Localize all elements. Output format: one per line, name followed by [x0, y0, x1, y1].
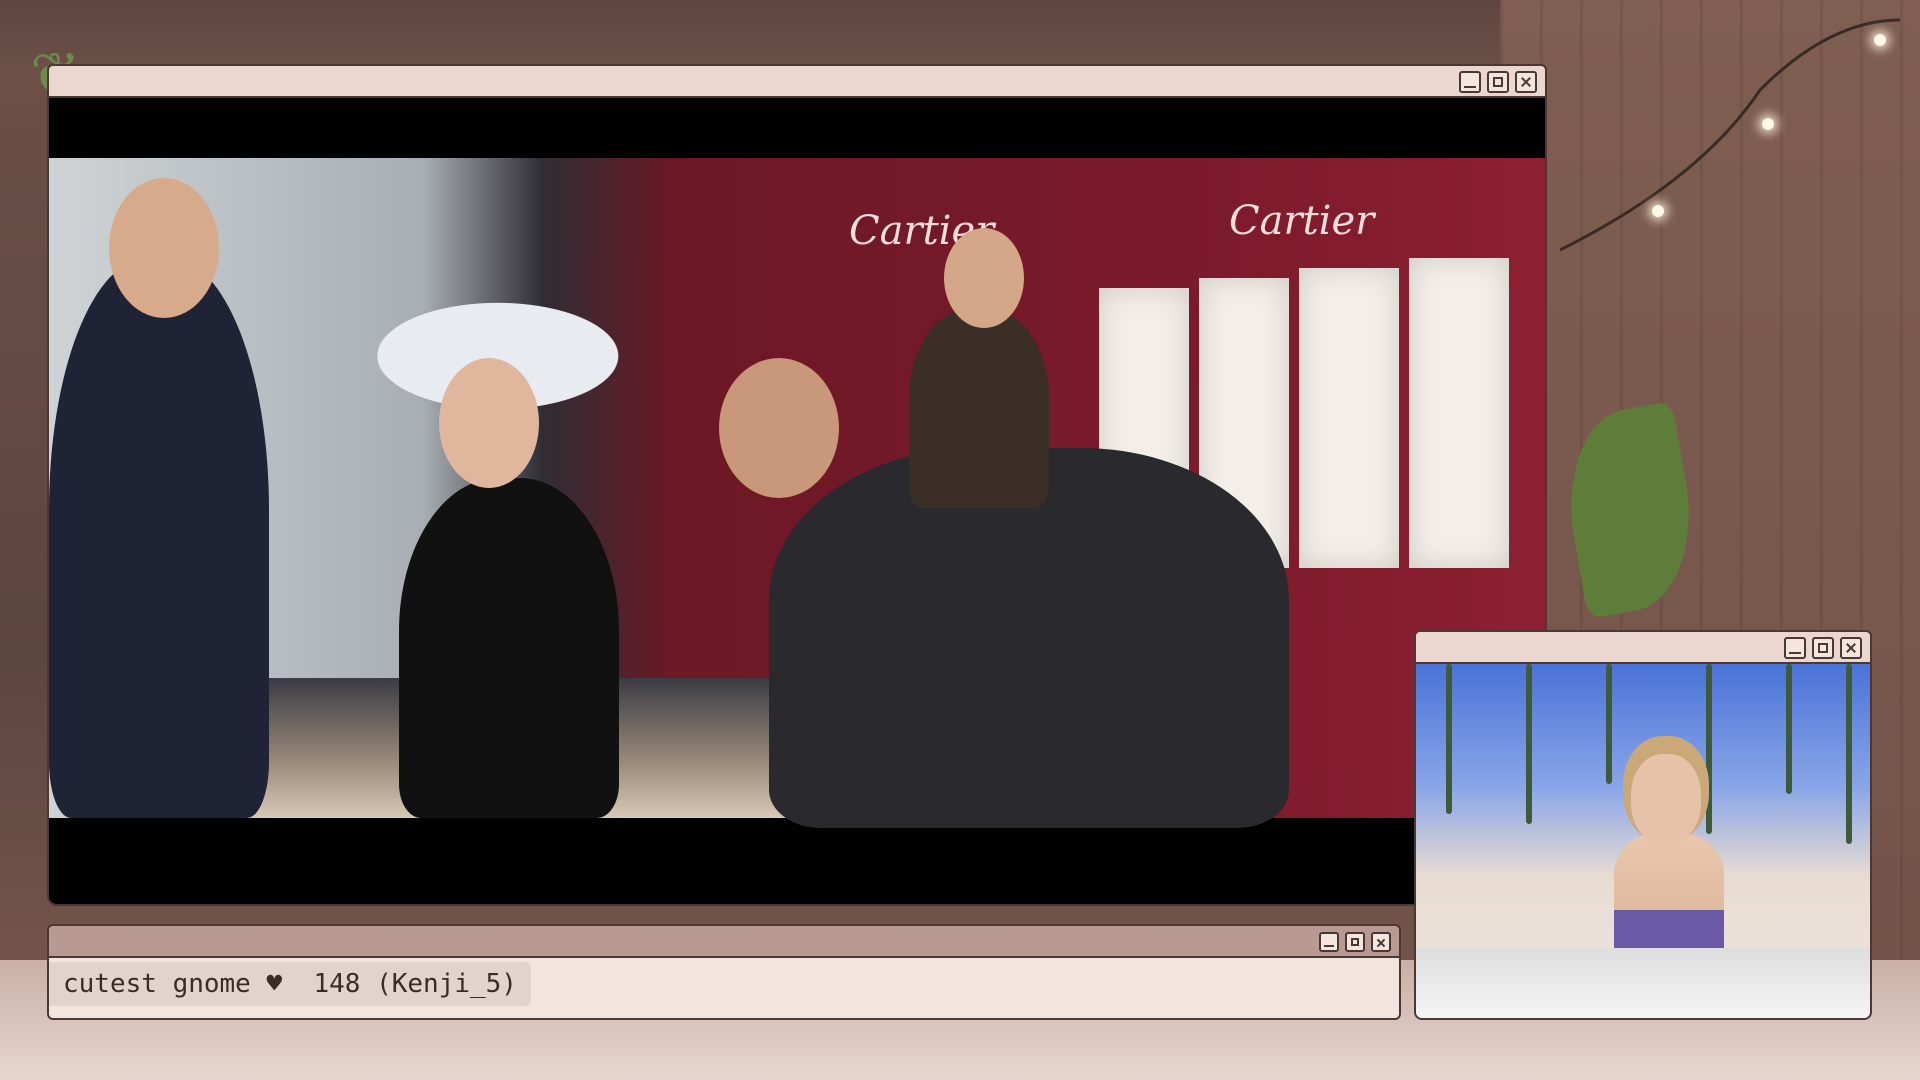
video-window-titlebar[interactable]: [47, 64, 1547, 98]
person-head: [944, 228, 1024, 328]
display-shelf: [1299, 268, 1399, 568]
minimize-button[interactable]: [1459, 71, 1481, 93]
close-button[interactable]: [1515, 71, 1537, 93]
window-controls: [1319, 932, 1391, 952]
webcam-feed: [1414, 664, 1872, 1020]
person-customer-woman: [399, 478, 619, 818]
window-controls: [1459, 71, 1537, 93]
string-light: [1762, 118, 1774, 130]
video-screen[interactable]: Cartier Cartier: [47, 98, 1547, 906]
close-button[interactable]: [1371, 932, 1391, 952]
person-background: [909, 308, 1049, 508]
person-salesman: [49, 258, 269, 818]
webcam-window: [1414, 630, 1872, 1020]
window-controls: [1784, 637, 1862, 659]
blanket: [1416, 948, 1870, 1018]
streamer-head: [1631, 754, 1701, 844]
webcam-window-titlebar[interactable]: [1414, 630, 1872, 664]
minimize-button[interactable]: [1784, 637, 1806, 659]
chat-window: cutest gnome ♥ 148 (Kenji_5): [47, 924, 1401, 1020]
maximize-button[interactable]: [1345, 932, 1365, 952]
chat-message: cutest gnome ♥ 148 (Kenji_5): [49, 962, 531, 1006]
hanging-vine: [1846, 664, 1852, 844]
close-button[interactable]: [1840, 637, 1862, 659]
string-light: [1874, 34, 1886, 46]
chat-body: cutest gnome ♥ 148 (Kenji_5): [47, 958, 1401, 1020]
minimize-button[interactable]: [1319, 932, 1339, 952]
hanging-vine: [1786, 664, 1792, 794]
person-head: [109, 178, 219, 318]
maximize-button[interactable]: [1812, 637, 1834, 659]
maximize-button[interactable]: [1487, 71, 1509, 93]
hanging-vine: [1606, 664, 1612, 784]
hanging-vine: [1706, 664, 1712, 834]
store-sign: Cartier: [1229, 198, 1375, 244]
hanging-vine: [1526, 664, 1532, 824]
display-shelf: [1409, 258, 1509, 568]
string-light: [1652, 205, 1664, 217]
hanging-vine: [1446, 664, 1452, 814]
chat-window-titlebar[interactable]: [47, 924, 1401, 958]
person-head: [439, 358, 539, 488]
video-player-window: Cartier Cartier: [47, 64, 1547, 906]
person-head: [719, 358, 839, 498]
video-frame: Cartier Cartier: [49, 158, 1545, 828]
